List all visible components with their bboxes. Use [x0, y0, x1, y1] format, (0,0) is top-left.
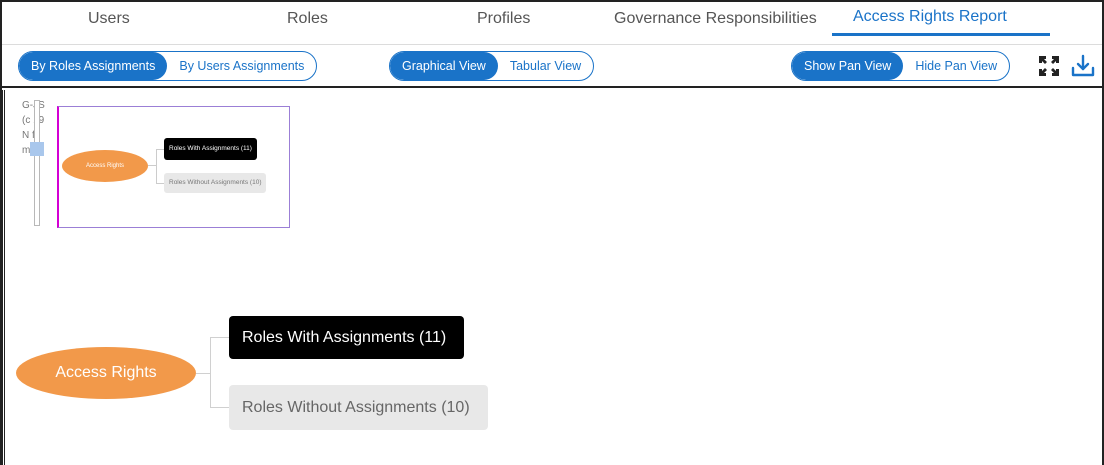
- mini-connector: [148, 165, 156, 166]
- connector: [196, 373, 210, 374]
- pan-view-toggle: Show Pan View Hide Pan View: [791, 51, 1011, 81]
- mini-connector: [156, 183, 164, 184]
- mini-root-node: Access Rights: [62, 150, 148, 182]
- tab-governance-responsibilities[interactable]: Governance Responsibilities: [614, 10, 817, 28]
- graphical-view-button[interactable]: Graphical View: [390, 52, 498, 80]
- active-tab-indicator: [832, 33, 1050, 36]
- tab-users[interactable]: Users: [88, 10, 130, 28]
- download-icon[interactable]: [1070, 53, 1096, 79]
- access-rights-root-node[interactable]: Access Rights: [16, 347, 196, 399]
- connector: [210, 337, 229, 338]
- toolbar: By Roles Assignments By Users Assignment…: [2, 44, 1102, 88]
- tab-profiles[interactable]: Profiles: [477, 10, 530, 28]
- roles-with-assignments-node[interactable]: Roles With Assignments (11): [229, 316, 464, 359]
- pan-view[interactable]: Access Rights Roles With Assignments (11…: [57, 106, 290, 228]
- tab-roles[interactable]: Roles: [287, 10, 328, 28]
- expand-icon[interactable]: [1036, 53, 1062, 79]
- mini-connector: [156, 149, 164, 150]
- tab-bar: Users Roles Profiles Governance Responsi…: [2, 2, 1102, 40]
- tab-access-rights-report[interactable]: Access Rights Report: [853, 8, 1007, 26]
- connector: [210, 407, 229, 408]
- by-roles-assignments-button[interactable]: By Roles Assignments: [19, 52, 168, 80]
- show-pan-view-button[interactable]: Show Pan View: [792, 52, 904, 80]
- view-toggle: Graphical View Tabular View: [389, 51, 595, 81]
- by-users-assignments-button[interactable]: By Users Assignments: [167, 52, 316, 80]
- mini-roles-with-assignments-node: Roles With Assignments (11): [164, 138, 257, 160]
- assignment-toggle: By Roles Assignments By Users Assignment…: [18, 51, 318, 81]
- roles-without-assignments-node[interactable]: Roles Without Assignments (10): [229, 385, 488, 430]
- zoom-slider-thumb[interactable]: [30, 142, 44, 156]
- mini-connector: [156, 149, 157, 183]
- connector: [210, 337, 211, 408]
- tabular-view-button[interactable]: Tabular View: [498, 52, 593, 80]
- mini-roles-without-assignments-node: Roles Without Assignments (10): [164, 173, 267, 193]
- zoom-slider-track[interactable]: [34, 100, 40, 226]
- hide-pan-view-button[interactable]: Hide Pan View: [903, 52, 1009, 80]
